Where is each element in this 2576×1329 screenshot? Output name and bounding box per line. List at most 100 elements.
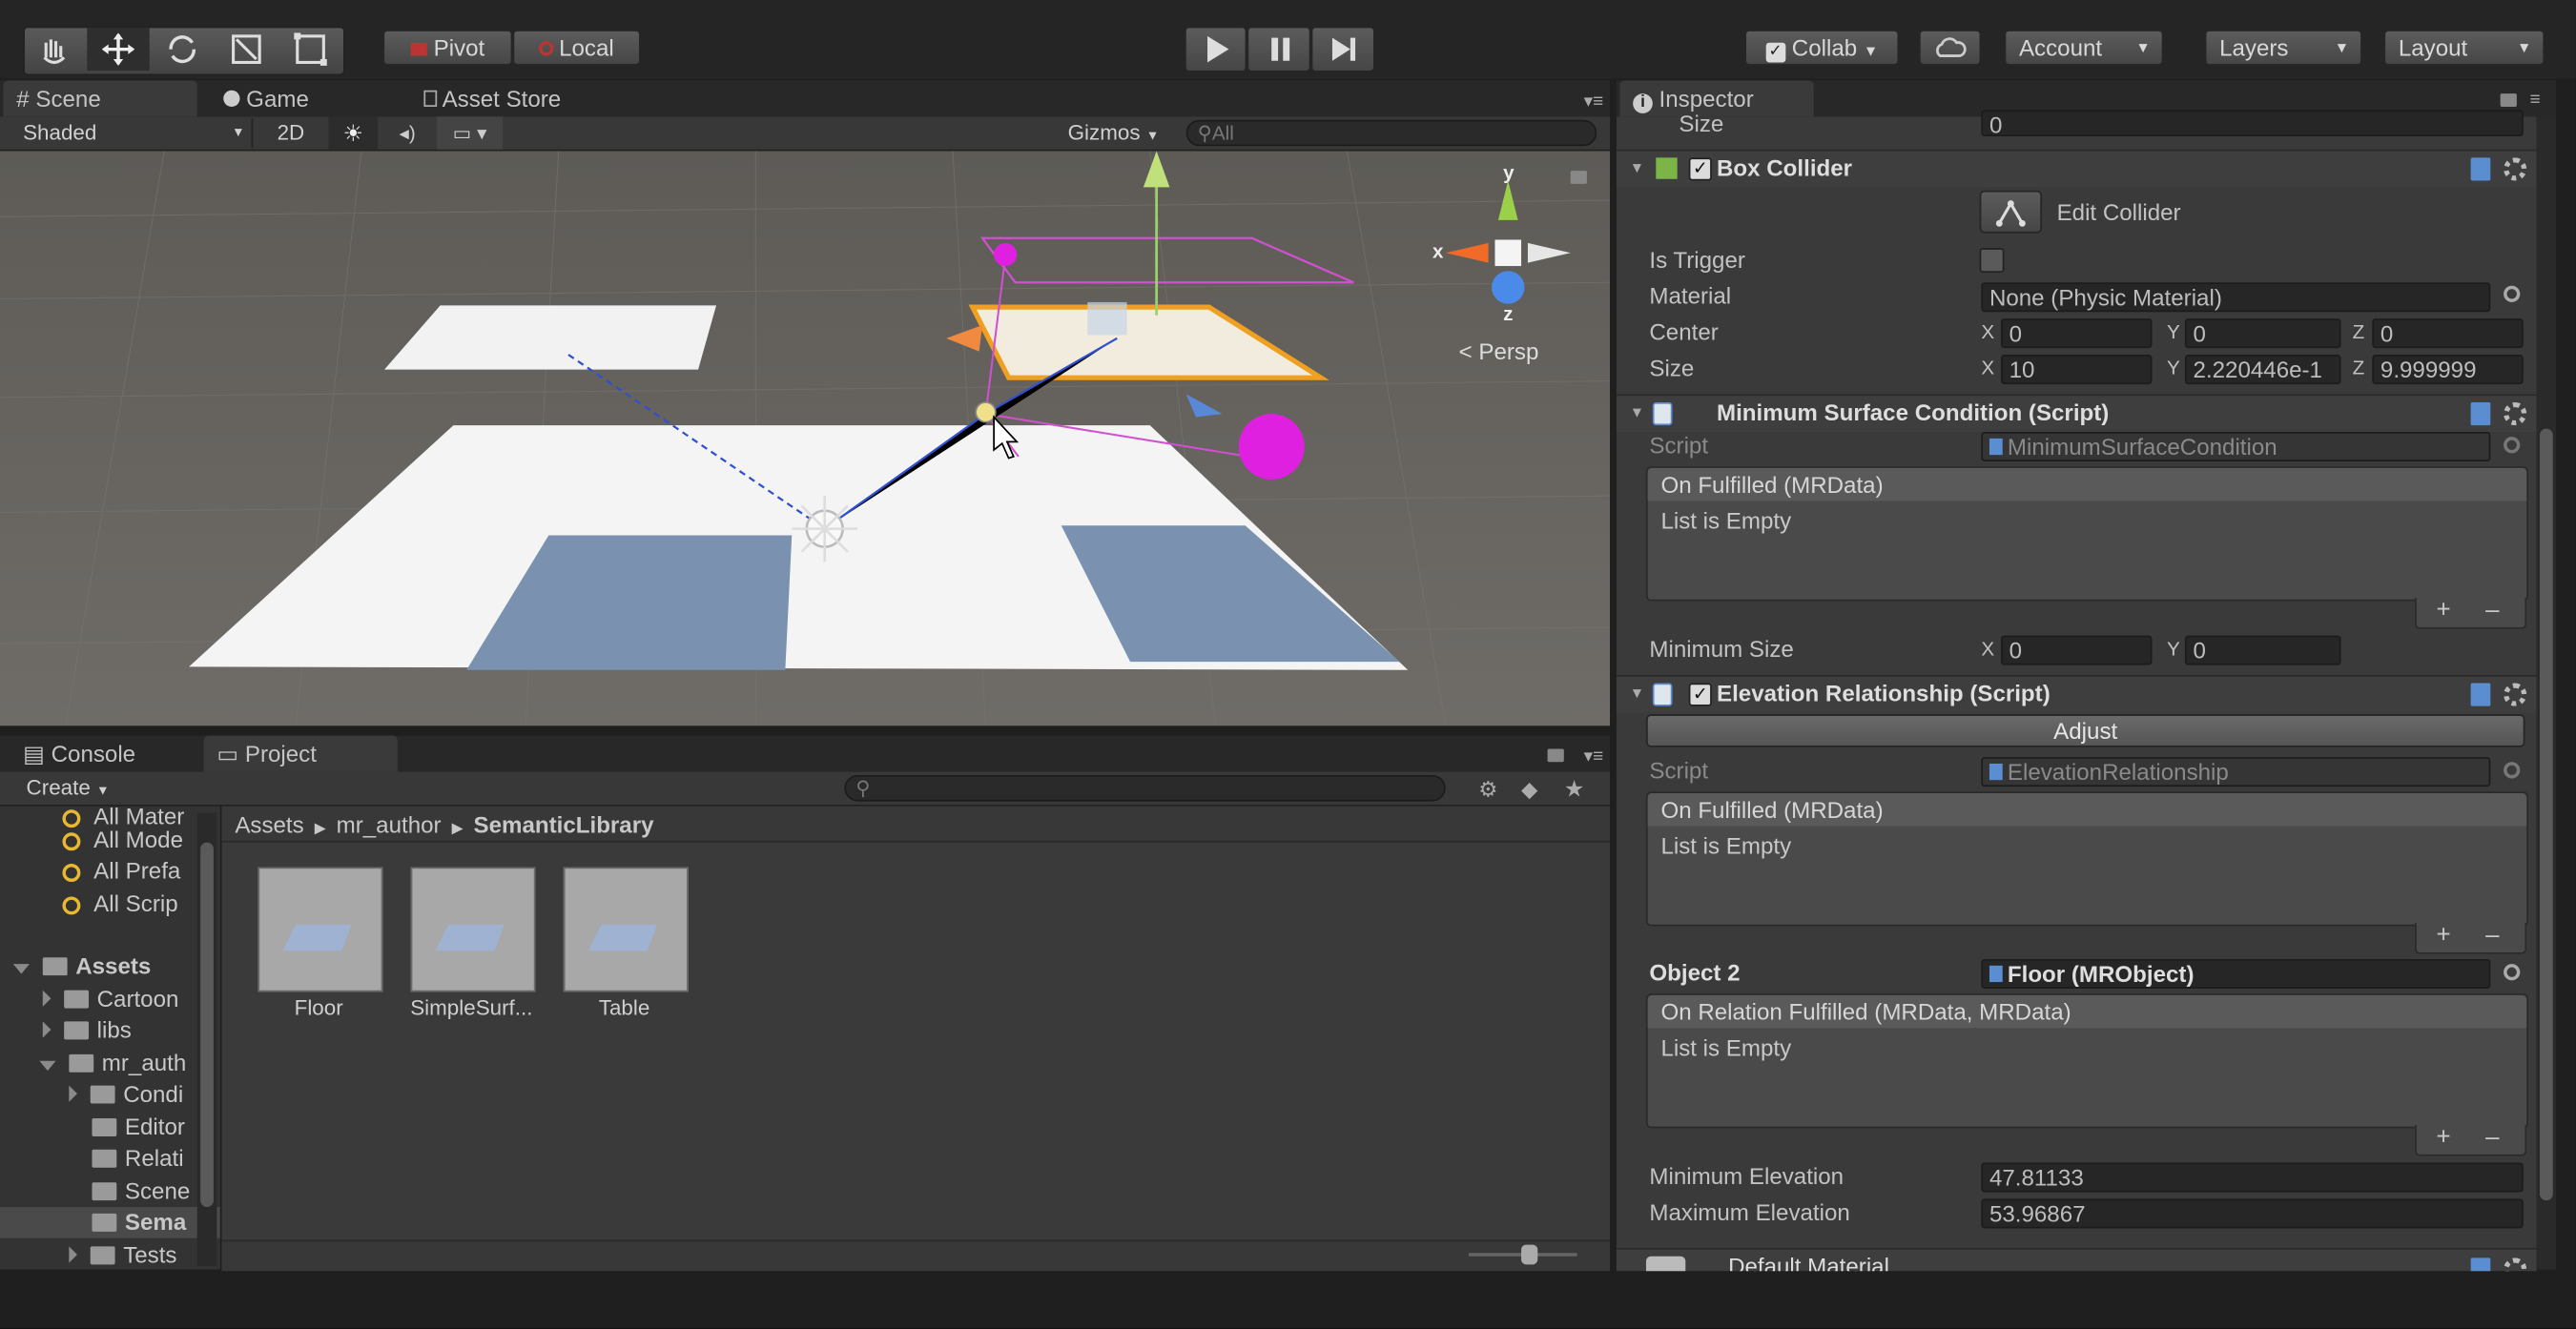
step-button[interactable] [1310, 26, 1375, 72]
expand-arrow-icon[interactable] [42, 990, 52, 1007]
favorite-star-icon[interactable]: ★ [1564, 775, 1585, 803]
rotate-tool-icon[interactable] [151, 28, 213, 71]
scene-search-field[interactable]: ⚲All [1185, 119, 1597, 147]
filter-type-icon[interactable]: ⚙ [1478, 777, 1497, 804]
scrollbar-thumb[interactable] [200, 842, 214, 1208]
project-search-field[interactable]: ⚲ [844, 775, 1446, 802]
is-trigger-checkbox[interactable] [1979, 248, 2005, 273]
size-x-field[interactable]: 10 [2001, 355, 2153, 385]
play-button[interactable] [1184, 26, 1247, 72]
center-y-field[interactable]: 0 [2184, 318, 2341, 349]
scale-tool-icon[interactable] [216, 28, 278, 71]
tree-item[interactable]: Scene [92, 1176, 190, 1207]
size-field[interactable]: 0 [1981, 110, 2524, 136]
tab-game[interactable]: Game [210, 80, 390, 116]
lock-icon[interactable] [2500, 93, 2517, 107]
lighting-toggle-icon[interactable]: ☀ [328, 116, 379, 150]
center-x-field[interactable]: 0 [2001, 318, 2153, 349]
inspector-scrollbar[interactable] [2536, 116, 2557, 1270]
object-picker-icon[interactable] [2504, 964, 2521, 981]
tree-item[interactable]: Tests [69, 1239, 176, 1269]
tree-scrollbar[interactable] [196, 812, 217, 1267]
material-field[interactable]: None (Physic Material) [1981, 282, 2491, 313]
gizmos-dropdown[interactable]: Gizmos ▼ [1068, 118, 1177, 148]
tab-console[interactable]: ▤ Console [10, 736, 190, 772]
expand-arrow-icon[interactable] [42, 1021, 52, 1038]
rect-tool-icon[interactable] [279, 28, 341, 71]
breadcrumb-item[interactable]: Assets [235, 811, 303, 838]
panel-menu-icon[interactable]: ▾≡ [1584, 91, 1604, 112]
expand-arrow-icon[interactable] [69, 1246, 77, 1263]
label-filter-icon[interactable]: ◆ [1521, 777, 1537, 804]
collapse-arrow-icon[interactable]: ▼ [1630, 159, 1644, 175]
asset-thumbnail-floor[interactable] [258, 867, 383, 992]
toggle-2d[interactable]: 2D [263, 118, 319, 148]
size-z-field[interactable]: 9.999999 [2372, 355, 2524, 385]
panel-menu-icon[interactable]: ▾≡ [1584, 746, 1604, 767]
tree-item[interactable]: mr_auth [39, 1048, 186, 1079]
favorite-item[interactable]: All Scrip [62, 889, 178, 920]
tree-item[interactable]: libs [42, 1015, 132, 1047]
effects-toggle-icon[interactable]: ▭ ▾ [437, 116, 504, 150]
lock-icon[interactable] [1547, 748, 1564, 763]
tab-asset-store[interactable]: Asset Store [411, 80, 625, 116]
help-icon[interactable] [2470, 683, 2491, 706]
thumbnail-size-slider[interactable] [1468, 1244, 1577, 1265]
remove-icon[interactable]: – [2485, 921, 2499, 949]
cloud-button[interactable] [1918, 30, 1982, 66]
pivot-toggle[interactable]: Pivot [382, 30, 513, 66]
audio-toggle-icon[interactable]: ◂) [382, 116, 432, 149]
tree-item[interactable]: Editor [92, 1112, 185, 1143]
box-collider-header[interactable]: ▼ ✓ Box Collider [1616, 149, 2537, 188]
slider-thumb[interactable] [1521, 1244, 1538, 1265]
expand-arrow-icon[interactable] [12, 964, 31, 974]
min-size-x-field[interactable]: 0 [2001, 635, 2153, 665]
remove-icon[interactable]: – [2485, 596, 2499, 624]
breadcrumb-item[interactable]: mr_author [337, 811, 442, 838]
remove-icon[interactable]: – [2485, 1123, 2499, 1151]
gear-icon[interactable] [2504, 402, 2527, 426]
adjust-button[interactable]: Adjust [1645, 714, 2525, 747]
object-picker-icon[interactable] [2504, 285, 2521, 302]
object2-field[interactable]: Floor (MRObject) [1981, 958, 2491, 989]
collapse-arrow-icon[interactable]: ▼ [1630, 685, 1644, 701]
pivot-point[interactable] [975, 401, 997, 423]
shading-mode-dropdown[interactable]: Shaded ▼ [10, 118, 254, 149]
help-icon[interactable] [2470, 402, 2491, 426]
favorite-item[interactable]: All Mode [62, 825, 183, 856]
tab-scene[interactable]: # Scene [3, 80, 197, 117]
size-y-field[interactable]: 2.220446e-1 [2184, 355, 2341, 385]
min-size-y-field[interactable]: 0 [2184, 635, 2341, 665]
default-material-header[interactable]: Default Material [1616, 1248, 2537, 1272]
tree-item[interactable]: Cartoon [42, 984, 178, 1015]
asset-thumbnail-table[interactable] [563, 867, 689, 992]
gear-icon[interactable] [2504, 1257, 2527, 1272]
max-elevation-field[interactable]: 53.96867 [1981, 1198, 2524, 1229]
center-z-field[interactable]: 0 [2372, 318, 2524, 349]
create-dropdown[interactable]: Create ▼ [13, 773, 129, 803]
account-dropdown[interactable]: Account ▼ [2004, 30, 2164, 66]
help-icon[interactable] [2470, 1257, 2491, 1272]
component-enabled-checkbox[interactable]: ✓ [1688, 157, 1712, 181]
expand-arrow-icon[interactable] [39, 1060, 56, 1072]
layout-dropdown[interactable]: Layout ▼ [2383, 30, 2545, 66]
lock-icon[interactable] [1570, 171, 1587, 184]
local-toggle[interactable]: Local [512, 30, 641, 66]
breadcrumb-item-current[interactable]: SemanticLibrary [474, 811, 654, 838]
tab-project[interactable]: ▭ Project [203, 735, 398, 772]
orientation-gizmo[interactable]: y x z < Persp [1412, 161, 1577, 366]
asset-label[interactable]: SimpleSurf... [393, 995, 550, 1020]
add-icon[interactable]: + [2436, 596, 2450, 624]
collab-dropdown[interactable]: ✓ Collab ▼ [1744, 30, 1900, 66]
min-surface-header[interactable]: ▼ Minimum Surface Condition (Script) [1616, 394, 2537, 433]
min-elevation-field[interactable]: 47.81133 [1981, 1162, 2524, 1193]
scene-viewport[interactable] [0, 151, 1611, 726]
pause-button[interactable] [1247, 26, 1311, 72]
add-icon[interactable]: + [2436, 1123, 2450, 1151]
layers-dropdown[interactable]: Layers ▼ [2204, 30, 2362, 66]
gear-icon[interactable] [2504, 683, 2527, 706]
gear-icon[interactable] [2504, 157, 2527, 181]
move-tool-icon[interactable] [87, 28, 150, 72]
tree-item-selected[interactable]: Sema [92, 1207, 186, 1238]
component-enabled-checkbox[interactable]: ✓ [1688, 683, 1712, 706]
